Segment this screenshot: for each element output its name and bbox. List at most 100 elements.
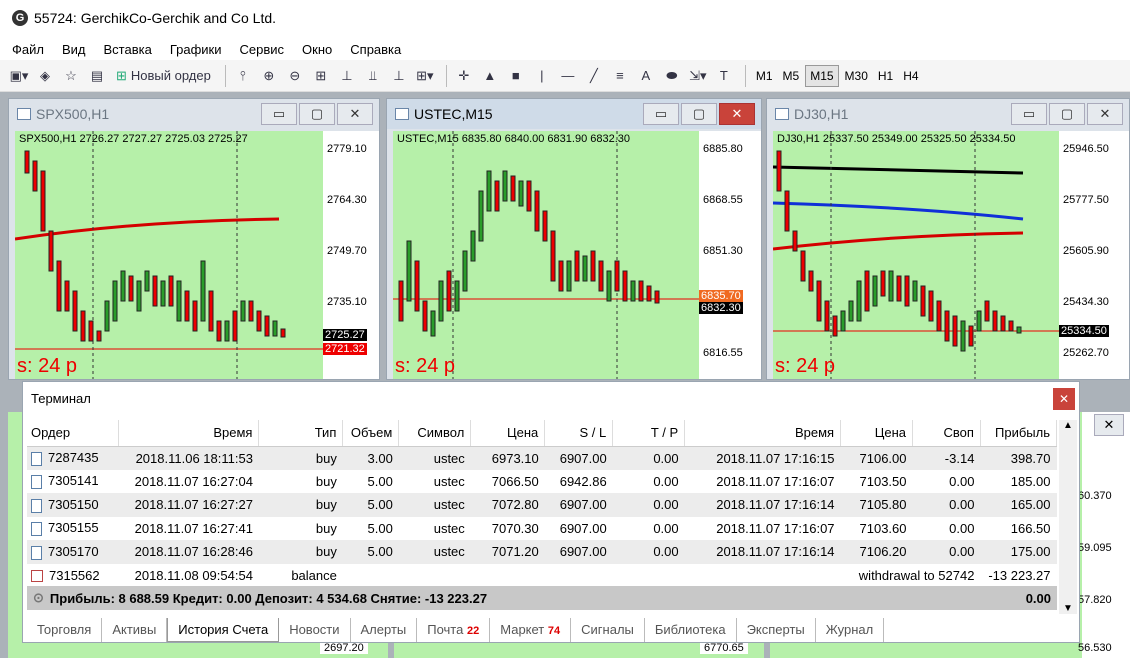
favorites-icon[interactable]: ☆ [60,64,82,88]
zoom-out-icon[interactable]: ⊖ [284,64,306,88]
maximize-icon[interactable]: ▢ [1049,103,1085,125]
tab-experts[interactable]: Эксперты [737,618,816,642]
tab-journal[interactable]: Журнал [816,618,885,642]
column-header[interactable]: Своп [912,420,981,447]
timeframe-h1[interactable]: H1 [874,65,897,87]
scroll-up-icon[interactable]: ▲ [1059,420,1077,431]
column-header[interactable]: Объем [342,420,400,447]
maximize-icon[interactable]: ▢ [299,103,335,125]
maximize-icon[interactable]: ▢ [681,103,717,125]
tab-account-history[interactable]: История Счета [167,618,280,642]
price-label: 6851.30 [703,245,743,257]
column-header[interactable]: Тип [258,420,344,447]
chart-titlebar[interactable]: USTEC,M15 ▭ ▢ ✕ [387,99,761,129]
menu-window[interactable]: Окно [302,42,332,57]
menu-tools[interactable]: Сервис [240,42,285,57]
tab-market[interactable]: Маркет 74 [490,618,572,642]
close-icon[interactable]: ✕ [1087,103,1123,125]
vertical-scrollbar[interactable]: ▲ ▼ [1059,420,1077,614]
close-icon[interactable]: ✕ [337,103,373,125]
column-header[interactable]: T / P [612,420,686,447]
tab-assets[interactable]: Активы [102,618,168,642]
text-icon[interactable]: A [635,64,657,88]
chart-window-spx500[interactable]: SPX500,H1 ▭ ▢ ✕ SPX500,H1 2726.27 2727.2… [8,98,380,380]
menu-charts[interactable]: Графики [170,42,222,57]
tab-mailbox[interactable]: Почта 22 [417,618,491,642]
chart-window-dj30[interactable]: DJ30,H1 ▭ ▢ ✕ DJ30,H1 25337.50 25349.00 … [766,98,1130,380]
table-row[interactable]: 7305155 2018.11.07 16:27:41 buy 5.00 ustec 7… [27,517,1057,541]
tab-library[interactable]: Библиотека [645,618,737,642]
toolbar-divider [445,64,447,87]
menu-insert[interactable]: Вставка [104,42,152,57]
minimize-icon[interactable]: ▭ [643,103,679,125]
ellipse-icon[interactable]: ⬬ [661,64,683,88]
chart-plot[interactable]: USTEC,M15 6835.80 6840.00 6831.90 6832.3… [393,131,699,379]
timeframe-m5[interactable]: M5 [779,65,804,87]
order-icon [31,522,42,537]
price-label: 25946.50 [1063,143,1109,155]
indicators-icon[interactable]: ⊞▾ [414,64,436,88]
column-header[interactable]: Символ [398,420,472,447]
autoscroll-icon[interactable]: ⫯ [232,64,254,88]
close-icon[interactable]: ✕ [719,103,755,125]
profiles-icon[interactable]: ◈ [34,64,56,88]
comment: withdrawal to 52742 [858,567,975,583]
crosshair-icon[interactable]: ✛ [453,64,475,88]
symbol: ustec [433,520,465,536]
tile-windows-icon[interactable]: ⊞ [310,64,332,88]
minimize-icon[interactable]: ▭ [261,103,297,125]
close-icon[interactable]: ✕ [1094,414,1124,436]
arrows-icon[interactable]: ⇲▾ [687,64,709,88]
price-label: 59.095 [1078,542,1112,554]
rectangle-icon[interactable]: ■ [505,64,527,88]
table-row[interactable]: 7315562 2018.11.08 09:54:54 balance with… [27,564,1057,588]
tab-alerts[interactable]: Алерты [351,618,418,642]
column-header[interactable]: Ордер [27,420,120,447]
menu-file[interactable]: Файл [12,42,44,57]
current-price-tag: 25334.50 [1059,325,1109,337]
chart-titlebar[interactable]: DJ30,H1 ▭ ▢ ✕ [767,99,1129,129]
table-row[interactable]: 7305170 2018.11.07 16:28:46 buy 5.00 ustec 7… [27,540,1057,564]
chart-plot[interactable]: DJ30,H1 25337.50 25349.00 25325.50 25334… [773,131,1059,379]
table-row[interactable]: 7287435 2018.11.06 18:11:53 buy 3.00 ustec 6… [27,446,1057,470]
bar-chart-icon[interactable]: ⊥ [336,64,358,88]
balance-icon [31,570,43,583]
column-header[interactable]: Время [118,420,260,447]
zoom-in-icon[interactable]: ⊕ [258,64,280,88]
timeframe-m15[interactable]: M15 [805,64,839,87]
table-row[interactable]: 7305141 2018.11.07 16:27:04 buy 5.00 ustec 7… [27,470,1057,494]
horizontal-line-icon[interactable]: — [557,64,579,88]
chart-window-ustec[interactable]: USTEC,M15 ▭ ▢ ✕ USTEC,M15 6835.80 6840.0… [386,98,762,380]
navigator-icon[interactable]: ▤ [86,64,108,88]
table-row[interactable]: 7305150 2018.11.07 16:27:27 buy 5.00 ustec 7… [27,493,1057,517]
column-header[interactable]: Время [684,420,842,447]
minimize-icon[interactable]: ▭ [1011,103,1047,125]
column-header[interactable]: S / L [544,420,614,447]
type: balance [291,567,337,583]
tab-trade[interactable]: Торговля [27,618,103,642]
scroll-down-icon[interactable]: ▼ [1059,603,1077,614]
line-chart-icon[interactable]: ⊥ [388,64,410,88]
close-icon[interactable]: ✕ [1053,388,1075,410]
column-header[interactable]: Прибыль [980,420,1058,447]
tab-news[interactable]: Новости [279,618,351,642]
menu-view[interactable]: Вид [62,42,86,57]
chart-titlebar[interactable]: SPX500,H1 ▭ ▢ ✕ [9,99,379,129]
column-header[interactable]: Цена [470,420,546,447]
candlestick-icon[interactable]: ⫫ [362,64,384,88]
text-label-icon[interactable]: T [713,64,735,88]
menu-help[interactable]: Справка [350,42,401,57]
triangle-icon[interactable]: ▲ [479,64,501,88]
chart-plot[interactable]: SPX500,H1 2726.27 2727.27 2725.03 2725.2… [15,131,323,379]
timeframe-h4[interactable]: H4 [899,65,922,87]
new-chart-icon[interactable]: ▣▾ [8,64,30,88]
new-order-button[interactable]: ⊞ Новый ордер [112,64,215,88]
vertical-line-icon[interactable]: | [531,64,553,88]
profit: 185.00 [1010,473,1051,489]
tab-signals[interactable]: Сигналы [571,618,645,642]
timeframe-m30[interactable]: M30 [841,65,872,87]
column-header[interactable]: Цена [840,420,913,447]
timeframe-m1[interactable]: M1 [752,65,777,87]
fibonacci-icon[interactable]: ≡ [609,64,631,88]
trendline-icon[interactable]: ╱ [583,64,605,88]
